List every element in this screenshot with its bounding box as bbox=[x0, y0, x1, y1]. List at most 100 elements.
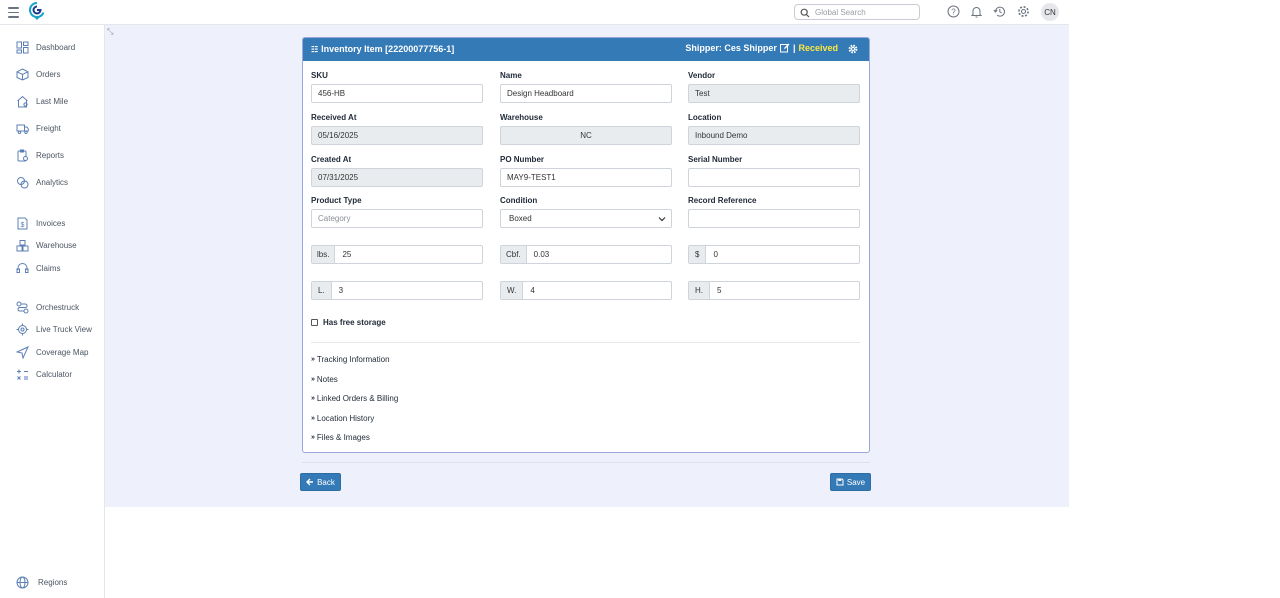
name-field[interactable]: Design Headboard bbox=[500, 84, 672, 103]
divider bbox=[311, 342, 860, 343]
house-icon bbox=[17, 95, 28, 107]
height-group[interactable]: H. 5 bbox=[688, 281, 860, 300]
sidebar-item-orders[interactable]: Orders bbox=[16, 67, 60, 81]
price-group[interactable]: $ 0 bbox=[688, 245, 860, 264]
sidebar-item-dashboard[interactable]: Dashboard bbox=[16, 40, 75, 54]
sidebar-item-label: Warehouse bbox=[36, 240, 77, 250]
length-field[interactable]: 3 bbox=[332, 282, 482, 299]
sidebar-item-live-truck-view[interactable]: Live Truck View bbox=[16, 322, 92, 336]
sidebar-item-invoices[interactable]: $ Invoices bbox=[16, 216, 65, 230]
sidebar-item-regions[interactable]: Regions bbox=[16, 575, 67, 589]
calculator-icon bbox=[17, 369, 28, 380]
product-type-label: Product Type bbox=[311, 196, 362, 205]
received-at-label: Received At bbox=[311, 113, 357, 122]
route-icon bbox=[16, 301, 29, 313]
sidebar-item-orchestruck[interactable]: Orchestruck bbox=[16, 300, 79, 314]
po-number-field[interactable]: MAY9-TEST1 bbox=[500, 168, 672, 187]
save-icon bbox=[836, 478, 844, 486]
list-icon: ☷ bbox=[311, 44, 319, 54]
inventory-item-title: Inventory Item [22200077756-1] bbox=[321, 44, 455, 54]
sidebar-item-reports[interactable]: Reports bbox=[16, 148, 64, 162]
serial-number-label: Serial Number bbox=[688, 155, 743, 164]
width-field[interactable]: 4 bbox=[523, 282, 671, 299]
length-group[interactable]: L. 3 bbox=[311, 281, 483, 300]
truck-icon bbox=[16, 124, 29, 134]
expand-icon[interactable]: ⤡ bbox=[107, 27, 113, 37]
sidebar-item-label: Orchestruck bbox=[36, 302, 80, 312]
sidebar-item-label: Last Mile bbox=[36, 96, 69, 106]
location-field: Inbound Demo bbox=[688, 126, 860, 145]
record-reference-label: Record Reference bbox=[688, 196, 757, 205]
cube-group[interactable]: Cbf. 0.03 bbox=[500, 245, 672, 264]
global-search[interactable] bbox=[794, 4, 920, 20]
globe-icon bbox=[16, 576, 29, 588]
sidebar-item-calculator[interactable]: Calculator bbox=[16, 367, 72, 381]
width-group[interactable]: W. 4 bbox=[500, 281, 672, 300]
sku-field[interactable]: 456-HB bbox=[311, 84, 483, 103]
condition-select[interactable]: Boxed bbox=[500, 209, 672, 228]
settings-icon[interactable] bbox=[1017, 5, 1030, 18]
weight-group[interactable]: lbs. 25 bbox=[311, 245, 483, 264]
save-label: Save bbox=[846, 477, 866, 487]
double-chevron-down-icon: » bbox=[311, 356, 315, 363]
help-icon[interactable]: ? bbox=[947, 5, 960, 18]
card-title: ☷ Inventory Item [22200077756-1] bbox=[311, 44, 454, 54]
menu-icon[interactable] bbox=[8, 7, 19, 18]
sidebar-item-label: Analytics bbox=[36, 177, 69, 187]
sidebar-item-coverage-map[interactable]: Coverage Map bbox=[16, 345, 88, 359]
price-field[interactable]: 0 bbox=[706, 246, 859, 263]
card-header: ☷ Inventory Item [22200077756-1] Shipper… bbox=[303, 38, 869, 61]
sidebar-item-label: Orders bbox=[36, 69, 61, 79]
double-chevron-down-icon: » bbox=[311, 415, 315, 422]
edit-icon[interactable] bbox=[779, 43, 790, 53]
section-tracking-information[interactable]: » Tracking Information bbox=[311, 355, 390, 364]
price-addon: $ bbox=[689, 246, 707, 263]
free-storage-checkbox[interactable] bbox=[311, 319, 318, 326]
condition-value: Boxed bbox=[509, 214, 532, 223]
cube-addon: Cbf. bbox=[501, 246, 527, 263]
warehouse-icon bbox=[16, 239, 29, 251]
record-reference-field[interactable] bbox=[688, 209, 860, 228]
height-field[interactable]: 5 bbox=[710, 282, 859, 299]
section-files-images[interactable]: » Files & Images bbox=[311, 433, 370, 442]
arrow-left-icon bbox=[306, 478, 314, 486]
search-input[interactable] bbox=[815, 6, 915, 18]
section-label: Linked Orders & Billing bbox=[316, 394, 399, 403]
vendor-field: Test bbox=[688, 84, 860, 103]
sidebar-item-label: Dashboard bbox=[36, 42, 76, 52]
gear-icon[interactable] bbox=[848, 44, 858, 54]
target-icon bbox=[16, 323, 29, 335]
location-label: Location bbox=[688, 113, 722, 122]
section-label: Tracking Information bbox=[316, 355, 390, 364]
status-badge: Received bbox=[798, 43, 838, 53]
sidebar-item-label: Claims bbox=[36, 263, 61, 273]
warehouse-field: NC bbox=[500, 126, 672, 145]
sidebar-item-claims[interactable]: Claims bbox=[16, 261, 60, 275]
bell-icon[interactable] bbox=[970, 5, 983, 18]
sidebar-item-warehouse[interactable]: Warehouse bbox=[16, 238, 77, 252]
serial-number-field[interactable] bbox=[688, 168, 860, 187]
section-notes[interactable]: » Notes bbox=[311, 375, 338, 384]
sidebar-item-analytics[interactable]: Analytics bbox=[16, 175, 68, 189]
dashboard-icon bbox=[16, 41, 29, 53]
section-label: Files & Images bbox=[316, 433, 370, 442]
free-storage-option[interactable]: Has free storage bbox=[311, 318, 386, 327]
double-chevron-down-icon: » bbox=[311, 395, 315, 402]
sidebar-item-label: Calculator bbox=[36, 369, 73, 379]
weight-field[interactable]: 25 bbox=[335, 246, 482, 263]
section-location-history[interactable]: » Location History bbox=[311, 414, 374, 423]
logo-icon[interactable] bbox=[29, 2, 45, 21]
user-avatar[interactable]: CN bbox=[1041, 3, 1059, 21]
analytics-icon bbox=[17, 176, 29, 188]
warehouse-label: Warehouse bbox=[500, 113, 543, 122]
weight-addon: lbs. bbox=[312, 246, 336, 263]
save-button[interactable]: Save bbox=[830, 473, 871, 491]
section-linked-orders-billing[interactable]: » Linked Orders & Billing bbox=[311, 394, 398, 403]
history-icon[interactable] bbox=[993, 5, 1006, 18]
sidebar-item-freight[interactable]: Freight bbox=[16, 121, 61, 135]
back-button[interactable]: Back bbox=[300, 473, 341, 491]
height-addon: H. bbox=[689, 282, 710, 299]
sidebar-item-last-mile[interactable]: Last Mile bbox=[16, 94, 68, 108]
product-type-field[interactable]: Category bbox=[311, 209, 483, 228]
cube-field[interactable]: 0.03 bbox=[527, 246, 671, 263]
